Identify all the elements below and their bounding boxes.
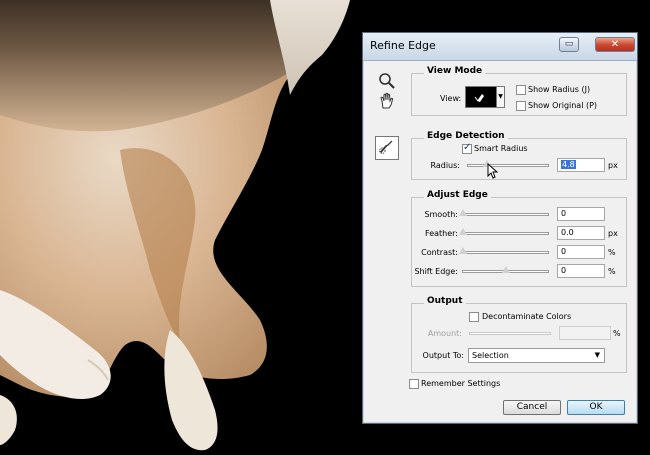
amount-input [559,326,611,340]
contrast-slider-thumb[interactable] [458,247,468,255]
tool-panel [363,61,403,423]
radius-label: Radius: [430,161,460,170]
contrast-input[interactable]: 0 [557,245,605,259]
window-menu-button[interactable]: ▭ [559,37,579,52]
remember-settings-checkbox[interactable] [409,379,419,389]
view-mode-label: View Mode [424,66,486,76]
output-label: Output [424,296,466,306]
show-radius-checkbox[interactable] [516,85,526,95]
hand-icon[interactable] [377,91,397,111]
ok-button[interactable]: OK [567,400,625,415]
amount-slider-track [469,332,551,335]
mouse-pointer-icon [487,163,499,179]
dialog-titlebar[interactable]: Refine Edge ▭ ✕ [363,33,637,61]
shift-edge-unit: % [608,267,616,276]
shift-edge-slider-thumb[interactable] [501,266,511,274]
adjust-edge-label: Adjust Edge [424,190,491,200]
feather-label: Feather: [425,229,458,238]
shift-edge-input[interactable]: 0 [557,264,605,278]
show-original-label: Show Original (P) [528,101,598,110]
smooth-input[interactable]: 0 [557,207,605,221]
radius-input[interactable]: 4.8 [557,158,605,172]
cancel-button[interactable]: Cancel [503,400,561,415]
contrast-label: Contrast: [421,248,458,257]
contrast-slider-track[interactable] [462,251,549,254]
feather-slider-thumb[interactable] [458,228,468,236]
zoom-icon[interactable] [377,71,397,91]
output-to-value: Selection [472,351,509,360]
refine-edge-dialog: Refine Edge ▭ ✕ View Mode View: ▼ Show R… [362,32,638,424]
feather-input[interactable]: 0.0 [557,226,605,240]
smooth-label: Smooth: [424,210,458,219]
feather-slider-track[interactable] [462,232,549,235]
view-dropdown-arrow[interactable]: ▼ [497,86,505,108]
output-group: Output Decontaminate Colors Amount: % Ou… [411,296,627,373]
shift-edge-label: Shift Edge: [414,267,458,276]
dialog-title: Refine Edge [370,39,436,52]
feather-unit: px [608,229,618,238]
show-radius-label: Show Radius (J) [528,85,591,94]
view-mode-group: View Mode View: ▼ Show Radius (J) Show O… [411,66,627,116]
contrast-unit: % [608,248,616,257]
close-button[interactable]: ✕ [595,37,635,52]
edge-detection-label: Edge Detection [424,131,508,141]
adjust-edge-group: Adjust Edge Smooth: 0 Feather: 0.0 px Co… [411,190,627,287]
edge-detection-group: Edge Detection Smart Radius Radius: 4.8 … [411,131,627,180]
smart-radius-checkbox[interactable] [462,142,472,154]
view-preview-swatch[interactable] [465,86,497,108]
output-to-label: Output To: [422,351,464,360]
smart-radius-label: Smart Radius [474,144,528,153]
chevron-down-icon: ▼ [594,351,600,359]
amount-label: Amount: [427,329,462,338]
refine-radius-brush-icon[interactable] [375,136,399,160]
output-to-select[interactable]: Selection ▼ [468,348,605,363]
show-original-checkbox[interactable] [516,101,526,111]
decontaminate-colors-checkbox[interactable] [469,312,479,322]
decontaminate-colors-label: Decontaminate Colors [482,312,572,321]
smooth-slider-thumb[interactable] [458,209,468,217]
remember-settings-label: Remember Settings [421,379,501,388]
view-label: View: [440,94,462,103]
radius-unit: px [608,161,618,170]
smooth-slider-track[interactable] [462,213,549,216]
amount-unit: % [613,329,621,338]
radius-slider-track[interactable] [467,164,549,167]
